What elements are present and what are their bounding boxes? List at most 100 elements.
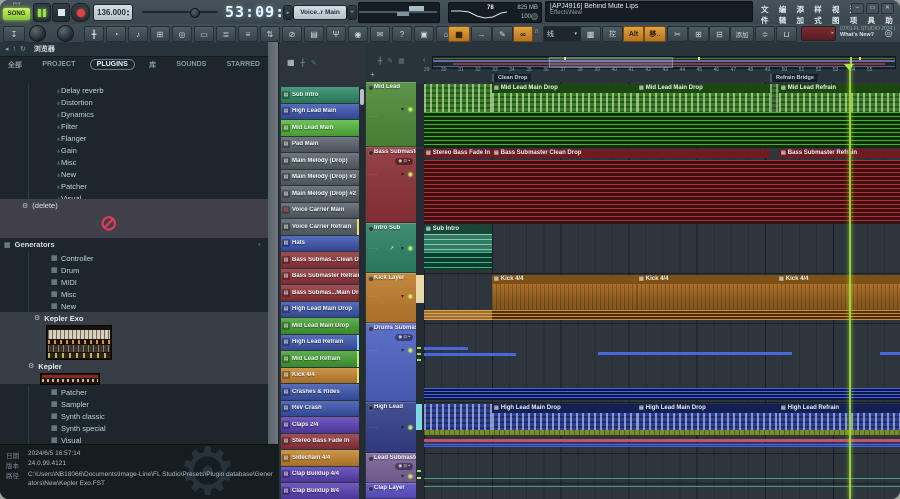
- clip-high-lead-main-drop-2[interactable]: ▤High Lead Main Drop: [637, 404, 779, 430]
- stop-button[interactable]: [52, 3, 70, 22]
- back-icon[interactable]: ◂: [5, 45, 9, 53]
- track-header-clap-layer[interactable]: Clap Layer: [366, 483, 416, 499]
- toolbar-tool-button[interactable]: ▭: [194, 26, 214, 42]
- kepler-exo-item[interactable]: ⚙ Kepler Exo: [0, 312, 268, 324]
- clip-bass-submaster-refrain[interactable]: ▤Bass Submaster Refrain: [779, 149, 900, 158]
- pattern-row[interactable]: ▤ Pad Main: [281, 137, 359, 153]
- timeline-ruler[interactable]: 2930313233343536373839404142434445464748…: [424, 66, 900, 74]
- track-led-icon[interactable]: ◉: [408, 245, 413, 252]
- arrangement-tool-icon[interactable]: ▦: [398, 57, 405, 65]
- browser-generator-category[interactable]: ▦New: [29, 300, 269, 312]
- arrangement-tool-icon[interactable]: ✎: [387, 57, 393, 65]
- tab-all[interactable]: 全部: [2, 59, 28, 71]
- toolbar-tool-button[interactable]: ▤: [304, 26, 324, 42]
- browser-generator-category[interactable]: ▦MIDI: [29, 276, 269, 288]
- track-menu-icon[interactable]: ▾: [401, 473, 404, 480]
- clip-stereo-bass-fade-in[interactable]: ▤Stereo Bass Fade In: [424, 149, 492, 158]
- globe-icon[interactable]: ⊚: [884, 27, 893, 40]
- pattern-row[interactable]: ▤ Claps 2/4: [281, 417, 359, 433]
- arrangement-tool-icon[interactable]: ╋: [378, 57, 382, 65]
- piano-roll-tool-icon[interactable]: ▦: [448, 26, 470, 42]
- browser-plugin-category[interactable]: ♀Patcher: [29, 180, 269, 192]
- up-icon[interactable]: ↑: [13, 46, 17, 53]
- track-route-icons[interactable]: ◉ ⊙ •: [395, 158, 413, 165]
- maximize-button[interactable]: ▭: [866, 3, 879, 14]
- copy-icon[interactable]: ⊞: [688, 26, 709, 42]
- picker-move-icon[interactable]: ╋: [301, 59, 305, 67]
- browser-generator-category[interactable]: ▦Synth special: [29, 422, 269, 434]
- track-route-icons[interactable]: ◉ ⊙ •: [395, 334, 413, 341]
- drums-automation-bar[interactable]: [880, 352, 900, 355]
- toolbar-tool-button[interactable]: ▣: [414, 26, 434, 42]
- toolbar-tool-button[interactable]: ≣: [216, 26, 236, 42]
- move-tool-button[interactable]: 移..: [644, 26, 666, 42]
- pattern-row[interactable]: ▤ Voice Carrier Refrain: [281, 219, 359, 235]
- track-menu-icon[interactable]: ▾: [401, 347, 404, 354]
- pattern-prev-button[interactable]: ▸: [283, 5, 293, 20]
- menu-item[interactable]: 样式: [811, 4, 829, 26]
- song-mode-button[interactable]: SONG: [3, 8, 30, 20]
- pattern-next-button[interactable]: +: [347, 5, 357, 20]
- alt-tool-button[interactable]: Alt: [623, 26, 644, 42]
- browser-generator-category[interactable]: ▦Synth classic: [29, 410, 269, 422]
- toolbar-tool-button[interactable]: ⇅: [260, 26, 280, 42]
- drums-automation-bar[interactable]: [424, 353, 516, 356]
- clip-high-lead-refrain[interactable]: ▤High Lead Refrain: [779, 404, 900, 430]
- clip-kick-1[interactable]: ▤Kick 4/4: [492, 275, 637, 310]
- track-header-bass-submaster[interactable]: Bass Submaster ◉ ⊙ • ▾ ◉ ....: [366, 147, 416, 223]
- automation-strip-pink[interactable]: [424, 439, 900, 442]
- control-tool-button[interactable]: 控: [602, 26, 623, 42]
- master-slider[interactable]: [142, 11, 218, 13]
- track-header-intro-sub[interactable]: Intro Sub ↗ ▾ ◉ ....: [366, 223, 416, 273]
- clip-kick-3[interactable]: ▤Kick 4/4: [777, 275, 900, 310]
- browser-generator-category[interactable]: ▦Misc: [29, 288, 269, 300]
- toolbar-tool-button[interactable]: ◉: [348, 26, 368, 42]
- track-led-icon[interactable]: ◉: [408, 424, 413, 431]
- kepler-exo-thumbnail[interactable]: [46, 325, 112, 360]
- browser-plugin-category[interactable]: ♀Gain: [29, 144, 269, 156]
- track-menu-icon[interactable]: ▾: [401, 106, 404, 113]
- pattern-row[interactable]: ▤ Sub Intro: [281, 87, 359, 103]
- record-button[interactable]: [71, 3, 90, 22]
- drums-automation-bar[interactable]: [424, 347, 468, 350]
- menu-item[interactable]: 编辑: [776, 4, 794, 26]
- master-pitch-knob[interactable]: [57, 25, 74, 42]
- arrangement-grid[interactable]: ▤Mid Lead Main Drop ▤Mid Lead Main Drop …: [424, 82, 900, 499]
- pattern-row[interactable]: ▤ Hats: [281, 236, 359, 252]
- drums-automation-bar[interactable]: [598, 352, 792, 355]
- pattern-row[interactable]: ▤ Main Melody (Drop) #3: [281, 170, 359, 186]
- pattern-row[interactable]: ▤ Main Melody (Drop): [281, 153, 359, 169]
- pattern-row[interactable]: ▤ Bass Submaster Refrain: [281, 269, 359, 285]
- track-menu-icon[interactable]: ▾: [401, 424, 404, 431]
- browser-generator-category[interactable]: ▦Controller: [29, 252, 269, 264]
- kepler-thumbnail[interactable]: [40, 373, 100, 385]
- clip-mid-lead-main-drop-1[interactable]: ▤Mid Lead Main Drop: [492, 84, 637, 112]
- generators-section-header[interactable]: ▦ Generators ▾: [4, 240, 55, 249]
- pattern-row[interactable]: ▤ Bass Submas...Clean Drop: [281, 252, 359, 268]
- minimize-button[interactable]: –: [851, 3, 864, 14]
- tab-sounds[interactable]: SOUNDS: [170, 60, 212, 69]
- delete-item-row[interactable]: ⚙ (delete): [0, 199, 268, 212]
- toolbar-tool-button[interactable]: ≡: [238, 26, 258, 42]
- pattern-row[interactable]: ▤ Bass Submas...Main Drop: [281, 285, 359, 301]
- track-led-icon[interactable]: ◉: [408, 171, 413, 178]
- toolbar-tool-button[interactable]: ♪: [128, 26, 148, 42]
- browser-plugin-category[interactable]: ♀Filter: [29, 120, 269, 132]
- playhead-marker-icon[interactable]: [844, 64, 854, 70]
- clip-fragment[interactable]: [770, 84, 779, 112]
- toolbar-tool-button[interactable]: ⊞: [150, 26, 170, 42]
- track-route-icons[interactable]: ◉ ⊙ •: [395, 463, 413, 470]
- save-project-icon[interactable]: ↧: [3, 26, 25, 42]
- track-led-icon[interactable]: ◉: [408, 293, 413, 300]
- clip-high-lead-partial[interactable]: [424, 404, 492, 430]
- track-header-high-lead[interactable]: High Lead ▾ ◉ ....: [366, 402, 416, 453]
- browser-plugin-category[interactable]: ♀Distortion: [29, 96, 269, 108]
- clip-kick-2[interactable]: ▤Kick 4/4: [637, 275, 777, 310]
- recent-news-thumbnail[interactable]: ▸: [801, 26, 836, 41]
- stamp-tool-icon[interactable]: ▩: [580, 26, 601, 42]
- playhead[interactable]: [849, 64, 851, 499]
- automation-strip-olive[interactable]: [424, 430, 900, 435]
- pattern-list-scrollbar[interactable]: [359, 87, 365, 499]
- audio-strip-intro[interactable]: [424, 252, 492, 270]
- browser-plugin-category[interactable]: ♀Dynamics: [29, 108, 269, 120]
